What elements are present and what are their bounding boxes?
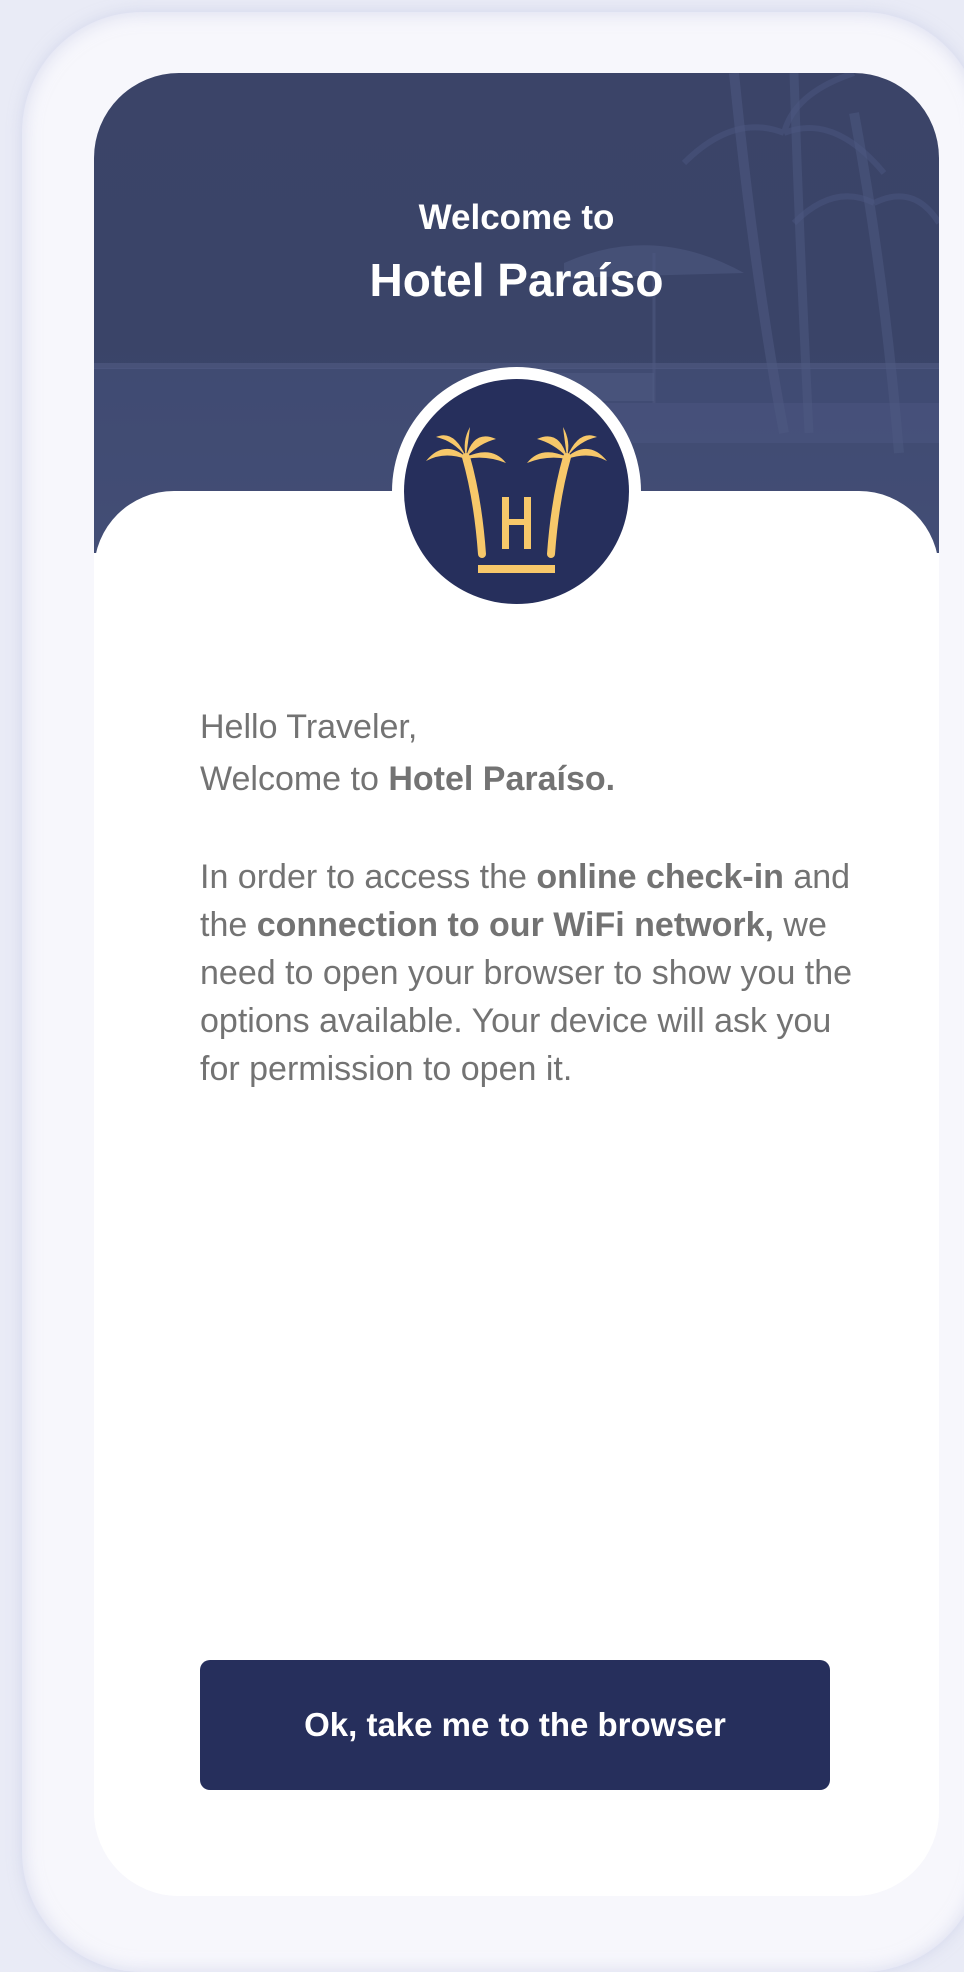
body-part-1: In order to access the (200, 858, 537, 896)
body-online-checkin: online check-in (536, 858, 784, 896)
welcome-subtitle: Welcome to (418, 198, 615, 237)
logo-badge (392, 367, 641, 616)
greeting-text: Hello Traveler, Welcome to Hotel Paraíso… (200, 701, 860, 805)
permission-explanation: In order to access the online check-in a… (200, 853, 880, 1093)
palm-trees-h-logo-icon (404, 379, 629, 604)
app-screen: Welcome to Hotel Paraíso Hello Traveler,… (94, 73, 939, 1896)
device-frame: Welcome to Hotel Paraíso Hello Traveler,… (22, 12, 964, 1972)
hotel-title: Hotel Paraíso (369, 254, 664, 306)
greeting-line-2-prefix: Welcome to (200, 760, 389, 798)
greeting-line-2: Welcome to Hotel Paraíso. (200, 753, 860, 805)
greeting-hotel-name: Hotel Paraíso. (388, 760, 616, 798)
body-wifi-connection: connection to our WiFi network, (256, 906, 774, 944)
open-browser-button[interactable]: Ok, take me to the browser (200, 1660, 830, 1790)
greeting-line-1: Hello Traveler, (200, 708, 418, 746)
